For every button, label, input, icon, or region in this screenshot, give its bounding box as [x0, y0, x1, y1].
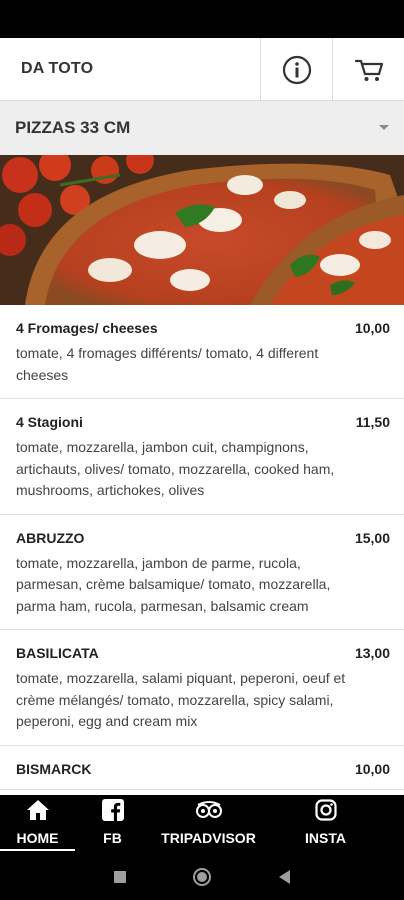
menu-item[interactable]: 4 Fromages/ cheeses 10,00 tomate, 4 from…: [0, 305, 404, 399]
app-title: DA TOTO: [21, 60, 94, 77]
info-icon: [282, 55, 311, 84]
item-description: tomate, 4 fromages différents/ tomato, 4…: [16, 345, 319, 383]
item-description: tomate, mozzarella, jambon cuit, champig…: [16, 439, 335, 498]
active-tab-indicator: [0, 849, 75, 851]
item-price: 13,00: [354, 645, 390, 661]
menu-item[interactable]: 4 Stagioni 11,50 tomate, mozzarella, jam…: [0, 399, 404, 515]
status-bar: [0, 0, 404, 38]
instagram-icon: [314, 799, 337, 821]
item-price: 15,00: [354, 529, 390, 546]
tripadvisor-icon: [195, 801, 222, 818]
item-name: BASILICATA: [16, 645, 99, 661]
nav-label-home: HOME: [16, 830, 59, 846]
chevron-down-icon: [379, 125, 389, 130]
info-button[interactable]: [260, 38, 332, 101]
category-selector[interactable]: PIZZAS 33 CM: [0, 101, 404, 155]
pizza-hero-image: [0, 155, 404, 305]
menu-list[interactable]: 4 Fromages/ cheeses 10,00 tomate, 4 from…: [0, 305, 404, 795]
item-description: tomate, mozzarella, jambon de parme, ruc…: [16, 554, 331, 614]
menu-item[interactable]: BISMARCK 10,00: [0, 746, 404, 790]
item-price: 10,00: [354, 760, 390, 777]
bottom-nav: HOME FB TRIPADVISOR INSTA: [0, 795, 404, 855]
item-price: 11,50: [355, 414, 390, 430]
cart-button[interactable]: [332, 38, 404, 101]
facebook-icon: [101, 799, 124, 821]
nav-fb[interactable]: FB: [75, 795, 150, 855]
nav-label-insta: INSTA: [305, 830, 346, 846]
menu-item[interactable]: ABRUZZO 15,00 tomate, mozzarella, jambon…: [0, 515, 404, 630]
back-button[interactable]: [279, 870, 290, 884]
nav-insta[interactable]: INSTA: [267, 795, 384, 855]
nav-home[interactable]: HOME: [0, 795, 75, 855]
app-header: DA TOTO: [0, 38, 404, 101]
nav-label-fb: FB: [103, 830, 122, 846]
nav-tripadvisor[interactable]: TRIPADVISOR: [150, 795, 267, 855]
recents-button[interactable]: [114, 871, 126, 883]
item-name: BISMARCK: [16, 760, 92, 777]
cart-icon: [354, 59, 383, 81]
item-price: 10,00: [354, 320, 390, 336]
item-name: 4 Fromages/ cheeses: [16, 320, 158, 336]
item-name: 4 Stagioni: [16, 414, 83, 430]
nav-label-tripadvisor: TRIPADVISOR: [161, 830, 256, 846]
category-label: PIZZAS 33 CM: [15, 118, 131, 137]
menu-item[interactable]: BASILICATA 13,00 tomate, mozzarella, sal…: [0, 630, 404, 746]
home-icon: [26, 800, 49, 820]
item-description: tomate, mozzarella, salami piquant, pepe…: [16, 670, 346, 729]
item-name: ABRUZZO: [16, 529, 85, 546]
android-system-nav: [0, 855, 404, 900]
